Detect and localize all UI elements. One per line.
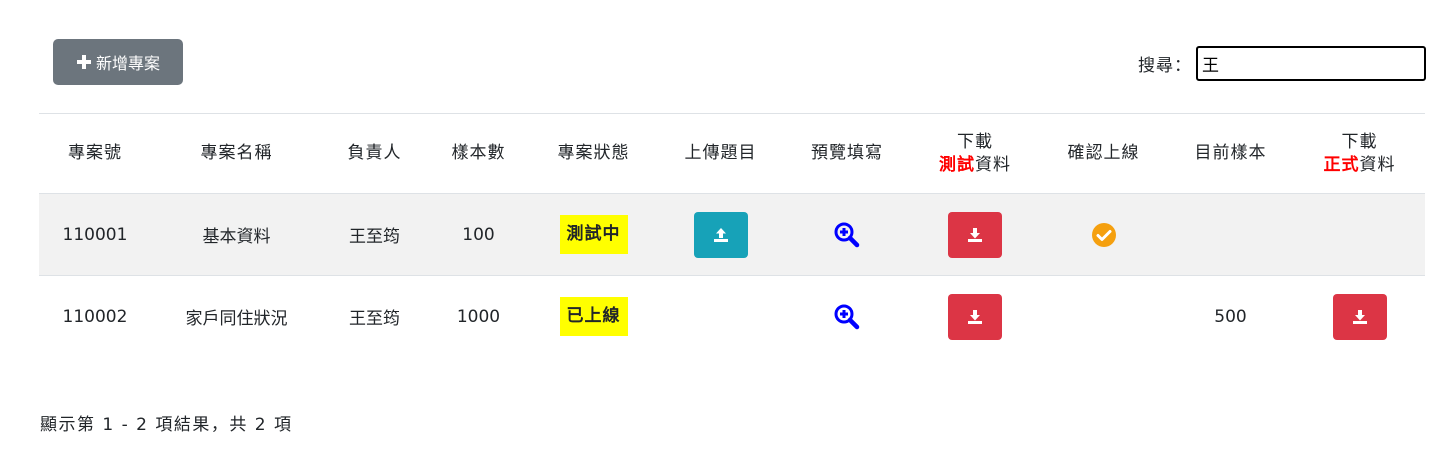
- table-info: 顯示第 1 - 2 項結果，共 2 項: [40, 415, 293, 435]
- header-confirm-online[interactable]: 確認上線: [1040, 113, 1167, 194]
- zoom-in-icon: [834, 222, 860, 247]
- cell-sample-count: 100: [427, 193, 530, 276]
- header-owner[interactable]: 負責人: [322, 113, 427, 194]
- cell-download-formal: [1294, 276, 1425, 358]
- header-download-formal[interactable]: 下載 正式資料: [1294, 113, 1425, 194]
- cell-confirm-online: [1040, 276, 1167, 358]
- header-project-no[interactable]: 專案號: [39, 113, 151, 194]
- header-project-name[interactable]: 專案名稱: [151, 113, 322, 194]
- cell-confirm-online: [1040, 193, 1167, 276]
- add-project-label: 新增專案: [95, 54, 160, 73]
- status-badge: 測試中: [559, 215, 628, 254]
- cell-project-no: 110002: [62, 306, 128, 327]
- cell-upload: [657, 193, 784, 276]
- cell-status: 已上線: [530, 276, 657, 358]
- preview-button[interactable]: [833, 221, 861, 249]
- upload-button[interactable]: [693, 211, 748, 258]
- search-bar: 搜尋：: [1138, 46, 1426, 81]
- cell-download-test: [910, 193, 1040, 276]
- download-icon: [968, 309, 982, 324]
- header-download-formal-rest: 資料: [1359, 154, 1396, 175]
- cell-status: 測試中: [530, 193, 657, 276]
- download-icon: [1352, 309, 1367, 324]
- zoom-in-icon: [834, 304, 860, 329]
- cell-upload: [657, 276, 784, 358]
- header-download-formal-emphasis: 正式: [1323, 154, 1360, 175]
- header-download-test-line1: 下載: [957, 131, 993, 152]
- cell-owner: 王至筠: [349, 309, 400, 329]
- cell-project-no: 110001: [39, 193, 151, 276]
- header-download-test-rest: 資料: [975, 154, 1011, 175]
- cell-sample-count: 1000: [456, 306, 501, 327]
- header-upload[interactable]: 上傳題目: [657, 113, 784, 194]
- cell-current-samples: [1167, 193, 1294, 276]
- table-row: 110002 家戶同住狀況 王至筠 1000 已上線 500: [39, 276, 1425, 358]
- header-download-test-emphasis: 測試: [939, 154, 975, 175]
- cell-download-formal: [1294, 193, 1425, 276]
- download-test-button[interactable]: [948, 293, 1002, 340]
- cell-preview: [784, 276, 910, 358]
- confirm-online-button[interactable]: [1091, 222, 1117, 248]
- cell-project-name: 家戶同住狀況: [185, 309, 288, 329]
- cell-download-test: [910, 276, 1040, 358]
- cell-current-samples: 500: [1214, 306, 1247, 327]
- check-circle-icon: [1091, 222, 1116, 247]
- header-current-samples[interactable]: 目前樣本: [1167, 113, 1294, 194]
- download-formal-button[interactable]: [1332, 293, 1387, 340]
- header-download-formal-line1: 下載: [1341, 131, 1378, 152]
- search-input[interactable]: [1196, 46, 1426, 81]
- add-project-button[interactable]: 新增專案: [53, 39, 183, 85]
- table-row: 110001 基本資料 王至筠 100 測試中: [39, 193, 1425, 276]
- header-sample-count[interactable]: 樣本數: [427, 113, 530, 194]
- cell-project-name: 基本資料: [151, 193, 322, 276]
- preview-button[interactable]: [833, 303, 861, 331]
- download-icon: [968, 227, 982, 242]
- header-status[interactable]: 專案狀態: [530, 113, 657, 194]
- projects-table: 專案號 專案名稱 負責人 樣本數 專案狀態 上傳題目 預覽填寫 下載 測試資料 …: [39, 113, 1425, 357]
- header-preview[interactable]: 預覽填寫: [784, 113, 910, 194]
- status-badge: 已上線: [559, 297, 628, 336]
- table-header-row: 專案號 專案名稱 負責人 樣本數 專案狀態 上傳題目 預覽填寫 下載 測試資料 …: [39, 113, 1425, 194]
- upload-icon: [713, 227, 728, 242]
- plus-icon: [76, 54, 92, 70]
- search-label: 搜尋：: [1138, 56, 1192, 76]
- header-download-test[interactable]: 下載 測試資料: [910, 113, 1040, 194]
- cell-preview: [784, 193, 910, 276]
- cell-owner: 王至筠: [322, 193, 427, 276]
- download-test-button[interactable]: [948, 211, 1002, 258]
